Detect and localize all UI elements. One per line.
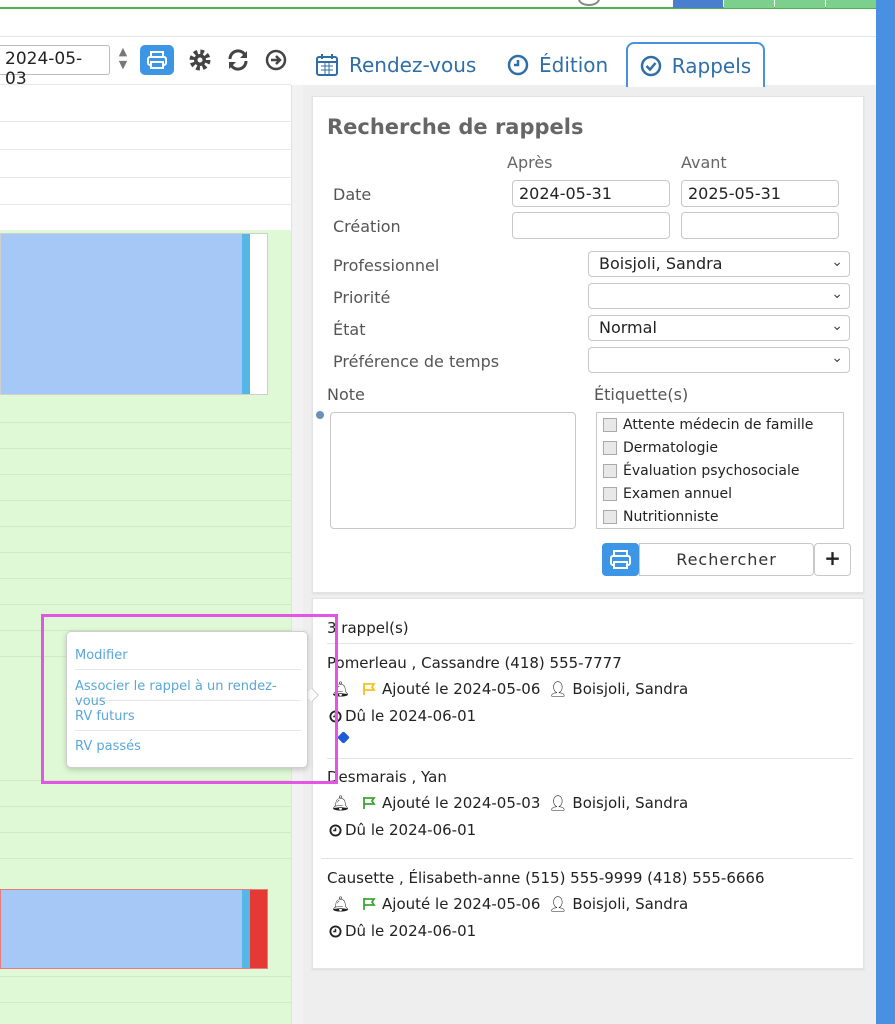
- creation-label: Création: [333, 217, 401, 236]
- search-title: Recherche de rappels: [327, 115, 584, 139]
- appointment-block[interactable]: [0, 233, 268, 395]
- toolbar-area: [0, 9, 876, 37]
- date-after-field[interactable]: 2024-05-31: [512, 180, 670, 207]
- creation-before-field[interactable]: [681, 212, 839, 239]
- print-button[interactable]: [140, 45, 174, 75]
- clock-icon: [329, 709, 342, 723]
- professional-select[interactable]: Boisjoli, Sandra ⌄: [588, 251, 850, 277]
- calendar-icon: [316, 54, 338, 76]
- top-tab[interactable]: [775, 0, 825, 8]
- chevron-down-icon: ⌄: [831, 254, 843, 270]
- check-circle-icon: [640, 55, 662, 76]
- appointment-block[interactable]: [0, 889, 268, 969]
- creation-after-field[interactable]: [512, 212, 670, 239]
- time-pref-select[interactable]: ⌄: [588, 347, 850, 373]
- tags-list: Attente médecin de famille Dermatologie …: [596, 412, 844, 529]
- tab-label: Édition: [539, 53, 609, 77]
- menu-item-future-appointments[interactable]: RV futurs: [75, 701, 301, 731]
- tag-icon: [337, 731, 350, 744]
- professional-value: Boisjoli, Sandra: [599, 254, 723, 273]
- tag-checkbox[interactable]: Évaluation psychosociale: [603, 463, 799, 479]
- arrow-right-circle-icon[interactable]: [262, 46, 290, 74]
- tag-checkbox[interactable]: Examen annuel: [603, 486, 732, 502]
- chevron-down-icon: ⌄: [831, 318, 843, 334]
- clock-icon: [329, 823, 342, 837]
- calendar-scrollbar[interactable]: [291, 85, 303, 1024]
- right-side-bar: [876, 0, 895, 1024]
- reminder-meta: 🔔︎ Ajouté le 2024-05-06 👤︎ Boisjoli, San…: [331, 680, 689, 698]
- tab-rappels[interactable]: Rappels: [626, 42, 765, 87]
- menu-item-associate[interactable]: Associer le rappel à un rendez-vous: [75, 671, 301, 709]
- state-select[interactable]: Normal ⌄: [588, 315, 850, 341]
- reminder-item[interactable]: Causette , Élisabeth-anne (515) 555-9999…: [313, 866, 865, 956]
- priority-label: Priorité: [333, 288, 391, 307]
- flag-icon: [363, 683, 376, 695]
- bell-icon: 🔔︎: [331, 680, 351, 698]
- state-label: État: [333, 320, 366, 339]
- clock-icon: [329, 924, 342, 938]
- column-before-label: Avant: [681, 153, 727, 172]
- context-menu: Modifier Associer le rappel à un rendez-…: [66, 631, 308, 768]
- time-pref-label: Préférence de temps: [333, 352, 500, 371]
- reminder-item[interactable]: Pomerleau , Cassandre (418) 555-7777 🔔︎ …: [313, 651, 865, 751]
- bell-icon: 🔔︎: [331, 794, 351, 812]
- tag-checkbox[interactable]: Dermatologie: [603, 440, 718, 456]
- doctor-icon: 👤︎: [548, 680, 568, 698]
- top-tab[interactable]: [826, 0, 876, 8]
- note-textarea[interactable]: [330, 412, 576, 529]
- reminder-meta: 🔔︎ Ajouté le 2024-05-06 👤︎ Boisjoli, San…: [331, 895, 689, 913]
- refresh-icon[interactable]: [224, 46, 252, 74]
- search-panel: Recherche de rappels Après Avant Date 20…: [312, 96, 864, 593]
- menu-item-past-appointments[interactable]: RV passés: [75, 731, 301, 761]
- reminder-item[interactable]: Desmarais , Yan 🔔︎ Ajouté le 2024-05-03 …: [313, 765, 865, 855]
- tag-checkbox[interactable]: Nutritionniste: [603, 509, 718, 525]
- print-icon: [147, 51, 167, 69]
- top-tab-active[interactable]: [673, 0, 723, 8]
- reminder-due: Dû le 2024-06-01: [329, 707, 476, 725]
- clock-icon: [507, 54, 529, 76]
- tags-label: Étiquette(s): [594, 385, 689, 404]
- professional-label: Professionnel: [333, 256, 440, 275]
- reminder-due: Dû le 2024-06-01: [329, 922, 476, 940]
- date-label: Date: [333, 185, 372, 204]
- tag-checkbox[interactable]: Attente médecin de famille: [603, 417, 813, 433]
- add-button[interactable]: +: [814, 543, 851, 576]
- date-before-field[interactable]: 2025-05-31: [681, 180, 839, 207]
- reminder-patient: Causette , Élisabeth-anne (515) 555-9999…: [327, 869, 765, 887]
- tab-label: Rendez-vous: [349, 53, 477, 77]
- bell-icon: 🔔︎: [331, 895, 351, 913]
- chevron-down-icon: ⌄: [831, 350, 843, 366]
- search-button[interactable]: Rechercher: [639, 543, 814, 576]
- results-count: 3 rappel(s): [327, 619, 409, 637]
- flag-icon: [363, 898, 376, 910]
- gear-icon[interactable]: [186, 46, 214, 74]
- reminder-patient: Desmarais , Yan: [327, 768, 447, 786]
- print-results-button[interactable]: [602, 543, 639, 576]
- state-value: Normal: [599, 318, 657, 337]
- reminder-due: Dû le 2024-06-01: [329, 821, 476, 839]
- column-after-label: Après: [507, 153, 553, 172]
- note-label: Note: [327, 385, 365, 404]
- flag-icon: [363, 797, 376, 809]
- date-spinner-icon[interactable]: ▲ ▼: [116, 45, 130, 75]
- menu-item-modifier[interactable]: Modifier: [75, 640, 301, 670]
- reminder-meta: 🔔︎ Ajouté le 2024-05-03 👤︎ Boisjoli, San…: [331, 794, 689, 812]
- reminder-patient: Pomerleau , Cassandre (418) 555-7777: [327, 654, 622, 672]
- chevron-down-icon: ⌄: [831, 286, 843, 302]
- top-tab[interactable]: [724, 0, 774, 8]
- tab-edition[interactable]: Édition: [507, 43, 608, 87]
- results-panel: 3 rappel(s) Pomerleau , Cassandre (418) …: [312, 598, 864, 969]
- doctor-icon: 👤︎: [548, 895, 568, 913]
- tab-rendez-vous[interactable]: Rendez-vous: [315, 43, 476, 87]
- date-input[interactable]: 2024-05-03: [0, 45, 110, 89]
- info-icon[interactable]: [316, 411, 324, 419]
- doctor-icon: 👤︎: [548, 794, 568, 812]
- priority-select[interactable]: ⌄: [588, 283, 850, 309]
- print-icon: [610, 550, 631, 569]
- tab-label: Rappels: [671, 53, 752, 78]
